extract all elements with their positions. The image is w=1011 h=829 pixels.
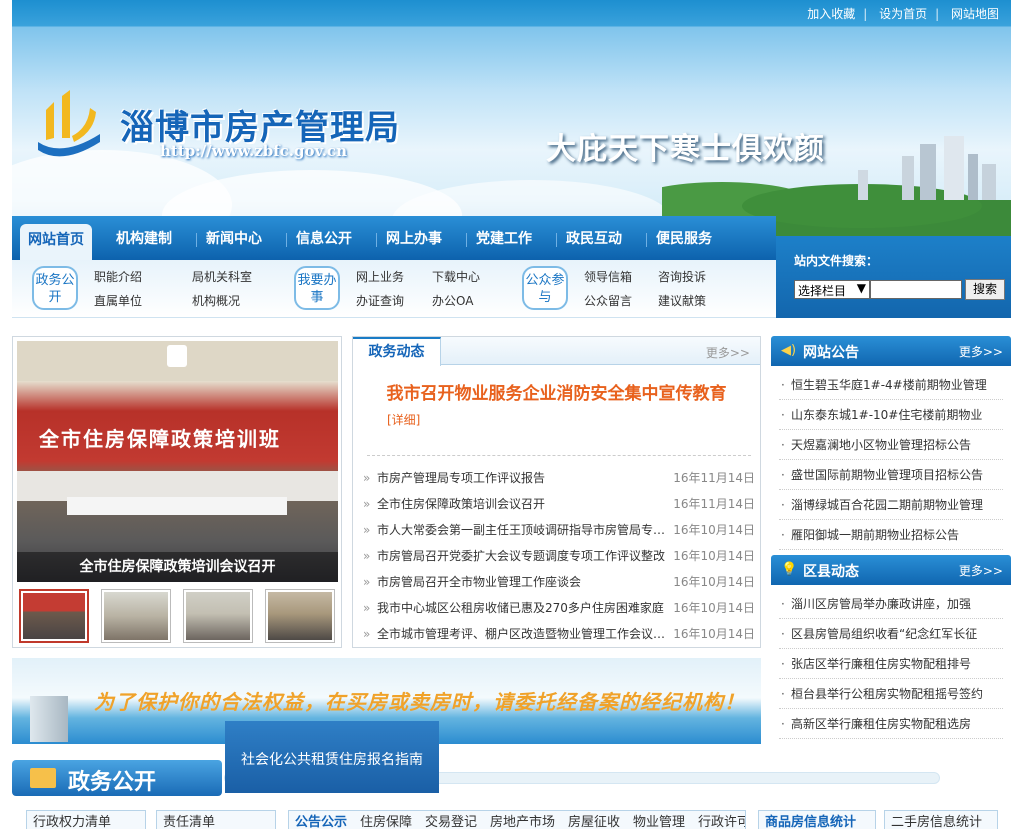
search-button[interactable]: 搜索 <box>965 279 1005 300</box>
list-item[interactable]: 天煜嘉澜地小区物业管理招标公告 <box>779 430 1003 460</box>
notice-header: ◀) 网站公告 更多>> <box>771 336 1011 366</box>
nav-interaction[interactable]: 政民互动 <box>566 228 622 248</box>
news-more-link[interactable]: 更多>> <box>706 344 750 361</box>
tab-announcements: 公告公示 住房保障 交易登记 房地产市场 房屋征收 物业管理 行政许可 <box>288 810 746 829</box>
site-search: 站内文件搜索： 选择栏目 ▼ 搜索 <box>776 236 1011 318</box>
divider <box>367 455 751 456</box>
thumbnail-1[interactable] <box>19 589 89 643</box>
list-item[interactable]: 市房管局召开党委扩大会议专题调度专项工作评议整改16年10月14日 <box>363 543 755 569</box>
list-item[interactable]: 市房管局召开全市物业管理工作座谈会16年10月14日 <box>363 569 755 595</box>
tab-active-announcement[interactable]: 公告公示 <box>295 815 347 829</box>
nav-online-services[interactable]: 网上办事 <box>386 228 442 248</box>
link-leader-mailbox[interactable]: 领导信箱 <box>584 268 632 285</box>
tab-responsibility-list[interactable]: 责任清单 <box>156 810 276 829</box>
list-item[interactable]: 淄川区房管局举办廉政讲座，加强 <box>779 589 1003 619</box>
tab-gov-news[interactable]: 政务动态 <box>353 337 441 366</box>
list-item[interactable]: 盛世国际前期物业管理项目招标公告 <box>779 460 1003 490</box>
set-homepage-link[interactable]: 设为首页 <box>875 7 931 21</box>
group-public-participation: 公众参与 <box>522 266 568 310</box>
list-item[interactable]: 我市中心城区公租房收储已惠及270多户住房困难家庭16年10月14日 <box>363 595 755 621</box>
link-certificate-query[interactable]: 办证查询 <box>356 292 404 309</box>
news-panel: 政务动态 更多>> 我市召开物业服务企业消防安全集中宣传教育 [详细] 市房产管… <box>352 336 761 648</box>
main-nav: 网站首页 机构建制 新闻中心 信息公开 网上办事 党建工作 政民互动 便民服务 <box>12 216 776 260</box>
link-public-messages[interactable]: 公众留言 <box>584 292 632 309</box>
nav-home[interactable]: 网站首页 <box>20 224 92 260</box>
link-office-oa[interactable]: 办公OA <box>432 292 473 309</box>
column-select[interactable]: 选择栏目 ▼ <box>794 280 870 299</box>
district-title: 区县动态 <box>803 564 859 580</box>
list-item[interactable]: 恒生碧玉华庭1#-4#楼前期物业管理 <box>779 370 1003 400</box>
site-url: http://www.zbfc.gov.cn <box>160 142 347 160</box>
list-item[interactable]: 山东泰东城1#-10#住宅楼前期物业 <box>779 400 1003 430</box>
link-subordinate-units[interactable]: 直属单位 <box>94 292 142 309</box>
news-headline[interactable]: 我市召开物业服务企业消防安全集中宣传教育 <box>353 379 760 404</box>
list-item[interactable]: 雁阳御城一期前期物业招标公告 <box>779 520 1003 550</box>
photo-banner-text: 全市住房保障政策培训班 <box>39 427 281 451</box>
link-departments[interactable]: 局机关科室 <box>192 268 252 285</box>
district-box: 💡 区县动态 更多>> 淄川区房管局举办廉政讲座，加强 区县房管局组织收看“纪念… <box>771 555 1011 745</box>
header-banner: 加入收藏 | 设为首页 | 网站地图 淄博市房产管理局 http://www.zbf… <box>12 0 1011 236</box>
thumbnail-4[interactable] <box>265 589 335 643</box>
thumbnail-3[interactable] <box>183 589 253 643</box>
district-more-link[interactable]: 更多>> <box>959 562 1003 579</box>
nav-news-center[interactable]: 新闻中心 <box>206 228 262 248</box>
link-duties[interactable]: 职能介绍 <box>94 268 142 285</box>
lightbulb-icon: 💡 <box>781 562 798 577</box>
photo-slider: 全市住房保障政策培训班 全市住房保障政策培训会议召开 <box>12 336 342 648</box>
nav-info-disclosure[interactable]: 信息公开 <box>296 228 352 248</box>
folder-icon <box>30 768 56 788</box>
list-item[interactable]: 市人大常委会第一副主任王顶岐调研指导市房管局专项工作16年10月14日 <box>363 517 755 543</box>
list-item[interactable]: 区县房管局组织收看“纪念红军长征 <box>779 619 1003 649</box>
list-item[interactable]: 淄博绿城百合花园二期前期物业管理 <box>779 490 1003 520</box>
tab-commercial-stats[interactable]: 商品房信息统计 <box>758 810 876 829</box>
link-suggestions[interactable]: 建议献策 <box>658 292 706 309</box>
chevron-down-icon: ▼ <box>856 281 866 295</box>
link-overview[interactable]: 机构概况 <box>192 292 240 309</box>
ad-text: 为了保护你的合法权益，在买房或卖房时，请委托经备案的经纪机构！ <box>94 690 745 714</box>
link-downloads[interactable]: 下载中心 <box>432 268 480 285</box>
photo-caption: 全市住房保障政策培训会议召开 <box>17 552 338 582</box>
nav-party-work[interactable]: 党建工作 <box>476 228 532 248</box>
group-gov-disclosure: 政务公开 <box>32 266 78 310</box>
tab-rest[interactable]: 住房保障 交易登记 房地产市场 房屋征收 物业管理 行政许可 <box>360 815 745 829</box>
search-label: 站内文件搜索： <box>794 254 879 268</box>
link-online-business[interactable]: 网上业务 <box>356 268 404 285</box>
logo-icon <box>38 90 100 157</box>
notice-more-link[interactable]: 更多>> <box>959 343 1003 360</box>
link-complaints[interactable]: 咨询投诉 <box>658 268 706 285</box>
rental-guide-popup[interactable]: 社会化公共租赁住房报名指南 <box>225 721 439 793</box>
tab-power-list[interactable]: 行政权力清单 <box>26 810 146 829</box>
notice-list: 恒生碧玉华庭1#-4#楼前期物业管理 山东泰东城1#-10#住宅楼前期物业 天煜… <box>779 370 1003 550</box>
news-detail-link[interactable]: [详细] <box>387 411 420 428</box>
list-item[interactable]: 高新区举行廉租住房实物配租选房 <box>779 709 1003 739</box>
slider-photo[interactable]: 全市住房保障政策培训班 全市住房保障政策培训会议召开 <box>17 341 338 582</box>
group-services: 我要办事 <box>294 266 340 310</box>
building-image <box>30 696 68 742</box>
thumbnail-2[interactable] <box>101 589 171 643</box>
news-tab-header: 政务动态 更多>> <box>353 337 760 366</box>
add-favorite-link[interactable]: 加入收藏 <box>803 7 859 21</box>
top-links: 加入收藏 | 设为首页 | 网站地图 <box>803 5 1003 22</box>
district-list: 淄川区房管局举办廉政讲座，加强 区县房管局组织收看“纪念红军长征 张店区举行廉租… <box>779 589 1003 739</box>
section-header: 政务公开 <box>12 760 222 796</box>
list-item[interactable]: 市房产管理局专项工作评议报告16年11月14日 <box>363 465 755 491</box>
search-input[interactable] <box>870 280 962 299</box>
list-item[interactable]: 张店区举行廉租住房实物配租排号 <box>779 649 1003 679</box>
section-title: 政务公开 <box>68 770 157 795</box>
list-item[interactable]: 桓台县举行公租房实物配租摇号签约 <box>779 679 1003 709</box>
page: 加入收藏 | 设为首页 | 网站地图 淄博市房产管理局 http://www.zbf… <box>0 0 1011 829</box>
district-header: 💡 区县动态 更多>> <box>771 555 1011 585</box>
nav-convenience[interactable]: 便民服务 <box>656 228 712 248</box>
list-item[interactable]: 全市住房保障政策培训会议召开16年11月14日 <box>363 491 755 517</box>
notice-title: 网站公告 <box>803 345 859 361</box>
speaker-icon: ◀) <box>781 343 797 358</box>
list-item[interactable]: 全市城市管理考评、棚户区改造暨物业管理工作会议召开16年10月14日 <box>363 621 755 647</box>
tab-secondhand-stats[interactable]: 二手房信息统计 <box>884 810 998 829</box>
news-list: 市房产管理局专项工作评议报告16年11月14日 全市住房保障政策培训会议召开16… <box>363 465 755 647</box>
sub-nav: 政务公开 职能介绍 局机关科室 直属单位 机构概况 我要办事 网上业务 下载中心… <box>12 260 776 318</box>
nav-organization[interactable]: 机构建制 <box>116 228 172 248</box>
notice-box: ◀) 网站公告 更多>> 恒生碧玉华庭1#-4#楼前期物业管理 山东泰东城1#-… <box>771 336 1011 550</box>
sitemap-link[interactable]: 网站地图 <box>947 7 1003 21</box>
